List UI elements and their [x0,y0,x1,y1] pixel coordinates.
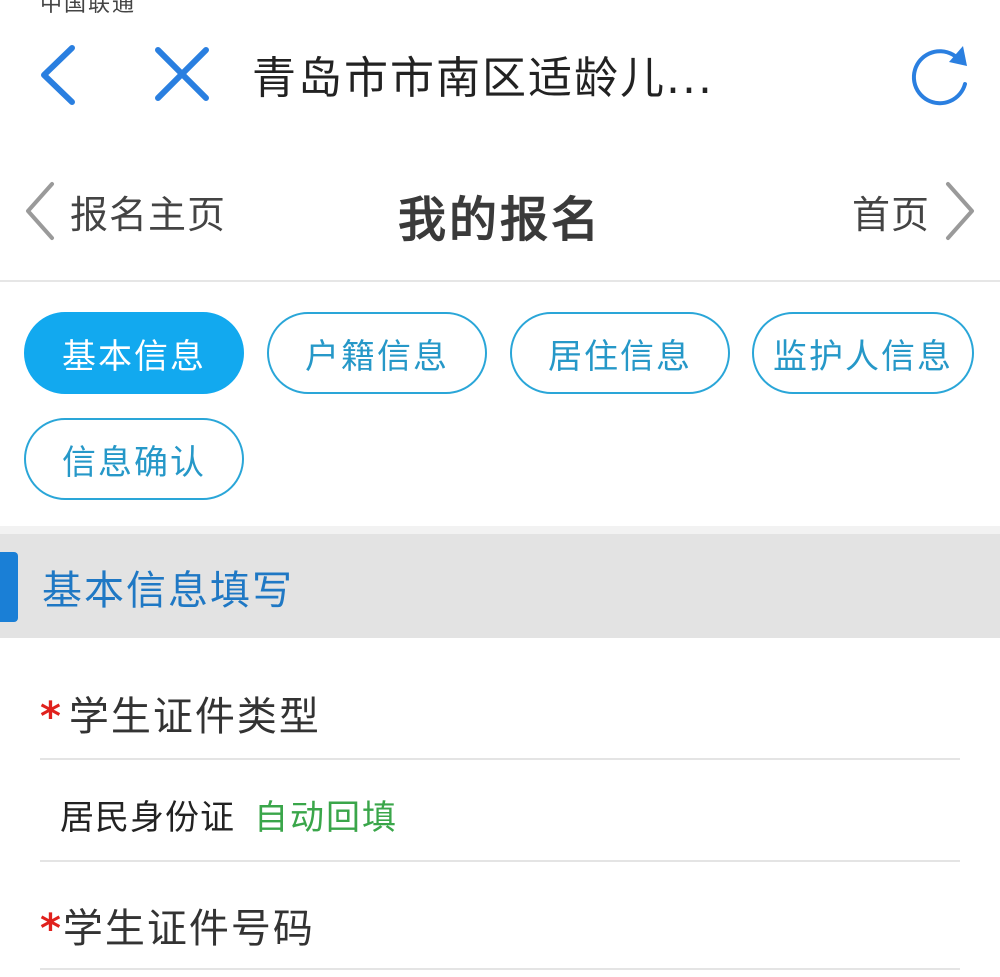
section-title: 基本信息填写 [42,568,294,614]
auto-fill-hint: 自动回填 [254,798,398,838]
chevron-right-icon [946,182,974,240]
tab-household-info[interactable]: 户籍信息 [267,312,487,394]
doc-type-value: 居民身份证 [60,798,235,838]
page-title: 我的报名 [397,192,602,248]
tab-guardian-info[interactable]: 监护人信息 [752,312,974,394]
required-asterisk: * [40,906,63,952]
doc-type-select[interactable]: 居民身份证 自动回填 [40,760,960,862]
section-header: 基本信息填写 [0,534,1000,638]
nav-right-label: 首页 [851,192,930,237]
tab-basic-info[interactable]: 基本信息 [24,312,244,394]
page-navigation-bar: 报名主页 我的报名 首页 [0,150,1000,282]
back-arrow-icon[interactable] [30,40,90,110]
refresh-icon[interactable] [905,40,975,110]
doc-type-label-row: * 学生证件类型 [40,638,960,760]
close-icon[interactable] [148,40,216,108]
tab-info-confirm[interactable]: 信息确认 [24,418,244,500]
tab-residence-info[interactable]: 居住信息 [510,312,730,394]
browser-page-title: 青岛市市南区适龄儿... [252,53,714,104]
doc-type-label: * 学生证件类型 [40,694,321,740]
doc-number-label: *学生证件号码 [40,906,315,952]
nav-home[interactable]: 首页 [852,176,980,246]
section-accent-bar [0,552,18,622]
required-asterisk: * [40,694,63,740]
section-divider [0,526,1000,534]
browser-toolbar: 青岛市市南区适龄儿... [0,0,1000,150]
doc-number-label-row: *学生证件号码 [40,862,960,970]
